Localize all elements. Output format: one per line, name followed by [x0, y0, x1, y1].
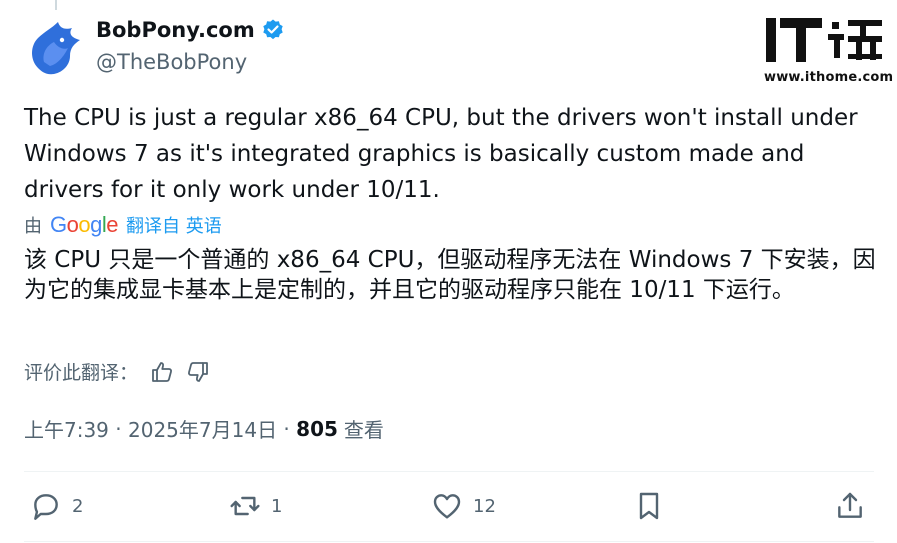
author-display-name[interactable]: BobPony.com: [96, 18, 255, 42]
bookmark-icon: [639, 492, 659, 520]
reply-icon: [34, 494, 58, 520]
translated-from-link[interactable]: 翻译自 英语: [126, 212, 222, 238]
views-label: 查看: [343, 418, 384, 442]
like-button[interactable]: 12: [431, 490, 496, 522]
heart-icon: [433, 494, 461, 519]
translated-text: 该 CPU 只是一个普通的 x86_64 CPU，但驱动程序无法在 Window…: [24, 247, 876, 303]
share-button[interactable]: [834, 490, 866, 522]
reply-button[interactable]: 2: [30, 490, 83, 522]
meta-separator: ·: [277, 416, 297, 441]
tweet-metadata: 上午7:39 · 2025年7月14日 · 805 查看: [24, 414, 384, 443]
reply-count: 2: [72, 495, 84, 517]
tweet-text: The CPU is just a regular x86_64 CPU, bu…: [24, 105, 858, 203]
rate-translation-label: 评价此翻译：: [24, 362, 139, 384]
thread-connector-line: [55, 0, 57, 10]
author-handle[interactable]: @TheBobPony: [96, 50, 247, 74]
divider: [24, 541, 874, 542]
google-logo: Google: [50, 212, 119, 237]
like-count: 12: [473, 495, 496, 517]
repost-button[interactable]: 1: [229, 490, 282, 522]
thumbs-down-icon[interactable]: [186, 360, 210, 384]
meta-separator: ·: [108, 416, 128, 441]
divider: [24, 471, 874, 472]
repost-icon: [230, 496, 260, 516]
share-icon: [838, 492, 862, 518]
translation-attribution: 由 Google 翻译自 英语: [24, 212, 222, 238]
translated-by-label: 由: [24, 216, 42, 237]
bookmark-button[interactable]: [633, 490, 665, 522]
thumbs-up-icon[interactable]: [150, 360, 174, 384]
verified-badge-icon: [263, 19, 283, 40]
tweet-date[interactable]: 2025年7月14日: [128, 414, 277, 443]
tweet-time[interactable]: 上午7:39: [24, 414, 109, 443]
watermark-url: www.ithome.com: [764, 70, 894, 85]
avatar[interactable]: [24, 18, 84, 78]
views-count: 805: [296, 416, 338, 441]
rate-translation: 评价此翻译：: [24, 358, 210, 385]
repost-count: 1: [271, 495, 283, 517]
